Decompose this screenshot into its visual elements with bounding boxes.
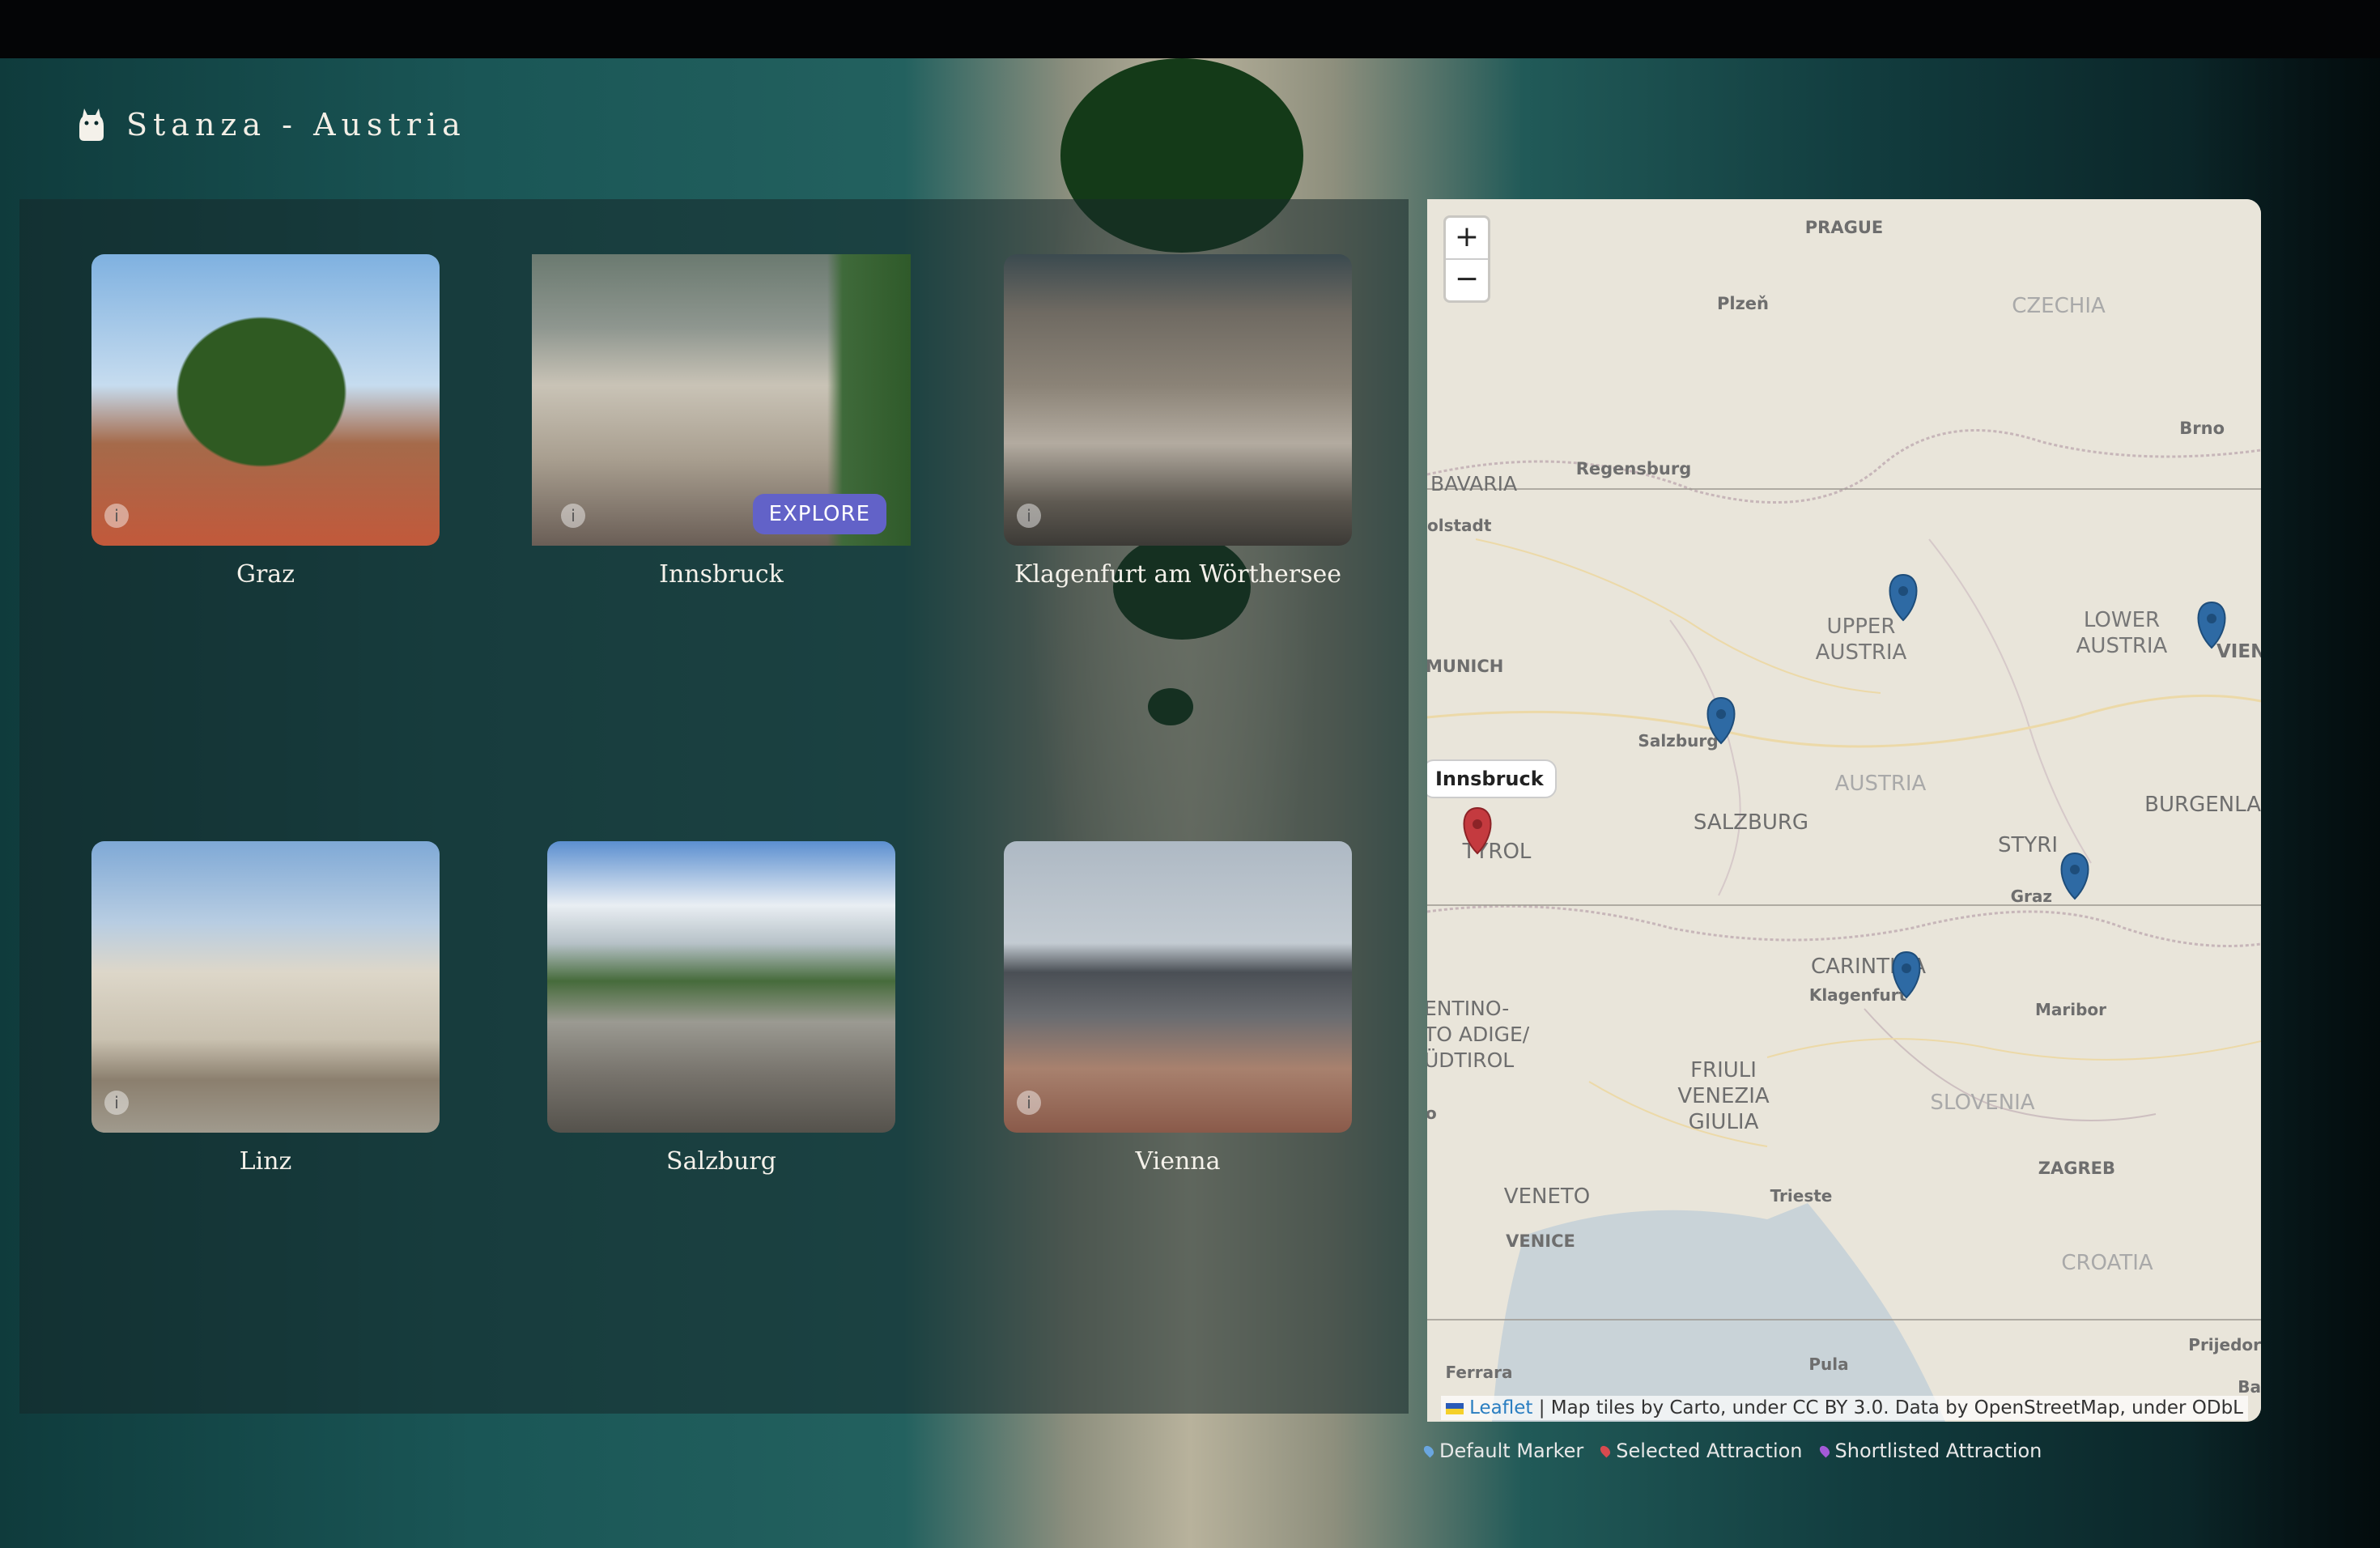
city-name: Linz (239, 1147, 292, 1176)
map-label: PRAGUE (1805, 218, 1883, 237)
zoom-in-button[interactable]: + (1446, 218, 1488, 260)
map-label: Brno (2179, 419, 2225, 438)
map-label: ÜDTIROL (1427, 1048, 1514, 1072)
map-label: STYRI (1998, 833, 2058, 857)
map-label: LOWER (2084, 608, 2160, 632)
city-card-graz[interactable]: i Graz (91, 254, 440, 589)
map-label: CZECHIA (2012, 294, 2106, 318)
map-label: Pula (1808, 1354, 1848, 1374)
info-icon[interactable]: i (1017, 504, 1041, 528)
map-label: VENETO (1504, 1184, 1590, 1209)
city-gallery: i Graz i EXPLORE Innsbruck i Klagenfurt … (19, 199, 1409, 1414)
legend-default: Default Marker (1422, 1440, 1584, 1462)
map-label: Trieste (1770, 1186, 1833, 1206)
zoom-control: + − (1443, 215, 1490, 303)
map-label: AUSTRIA (1835, 772, 1927, 796)
city-name: Graz (236, 560, 295, 589)
map-label: Ba (2238, 1377, 2261, 1397)
leaflet-link[interactable]: Leaflet (1469, 1397, 1532, 1418)
city-photo[interactable]: i (91, 841, 440, 1133)
map-label: SALZBURG (1694, 810, 1808, 835)
map-label: olstadt (1427, 516, 1492, 535)
map-legend: Default Marker Selected Attraction Short… (1422, 1440, 2042, 1462)
info-icon[interactable]: i (1017, 1091, 1041, 1115)
map-attribution: Leaflet | Map tiles by Carto, under CC B… (1440, 1396, 2248, 1420)
map-label: ZAGREB (2038, 1159, 2115, 1178)
city-photo[interactable]: i (91, 254, 440, 546)
explore-button[interactable]: EXPLORE (752, 494, 886, 534)
city-photo[interactable]: i EXPLORE (532, 254, 911, 546)
city-card-salzburg[interactable]: Salzburg (547, 841, 895, 1176)
map-tooltip: Innsbruck (1427, 759, 1557, 798)
blue-marker-icon (1422, 1444, 1436, 1458)
city-card-klagenfurt[interactable]: i Klagenfurt am Wörthersee (1004, 254, 1352, 589)
map-label: Prijedor (2188, 1335, 2261, 1354)
city-photo[interactable]: i (1004, 254, 1352, 546)
city-card-innsbruck[interactable]: i EXPLORE Innsbruck (532, 254, 911, 589)
map-panel[interactable]: PRAGUE Plzeň CZECHIA Brno Regensburg BAV… (1427, 199, 2261, 1422)
map-label: Graz (2011, 887, 2052, 906)
window-top-bar (0, 0, 2380, 58)
app-logo-icon (79, 108, 104, 141)
ukraine-flag-icon (1445, 1402, 1464, 1414)
zoom-out-button[interactable]: − (1446, 260, 1488, 300)
map-label: VENEZIA (1677, 1084, 1770, 1108)
map-tiles[interactable]: PRAGUE Plzeň CZECHIA Brno Regensburg BAV… (1427, 199, 2261, 1422)
city-photo[interactable] (547, 841, 895, 1133)
map-label: MUNICH (1427, 657, 1503, 676)
map-label: UPPER (1827, 615, 1896, 639)
map-label: Regensburg (1576, 459, 1692, 478)
legend-label: Selected Attraction (1616, 1440, 1803, 1462)
map-label: Plzeň (1717, 294, 1769, 313)
app-title: Stanza - Austria (126, 107, 466, 142)
map-label: ENTINO- (1427, 997, 1509, 1020)
map-label: BURGENLA (2144, 793, 2261, 817)
legend-label: Default Marker (1439, 1440, 1584, 1462)
info-icon[interactable]: i (104, 1091, 129, 1115)
city-photo[interactable]: i (1004, 841, 1352, 1133)
red-marker-icon (1598, 1444, 1613, 1458)
attribution-text: | Map tiles by Carto, under CC BY 3.0. D… (1538, 1397, 2243, 1418)
map-label: SLOVENIA (1930, 1091, 2034, 1115)
legend-label: Shortlisted Attraction (1834, 1440, 2042, 1462)
info-icon[interactable]: i (104, 504, 129, 528)
city-name: Klagenfurt am Wörthersee (1014, 560, 1341, 589)
map-label: BAVARIA (1430, 472, 1517, 495)
city-card-linz[interactable]: i Linz (91, 841, 440, 1176)
info-icon[interactable]: i (561, 504, 585, 528)
map-label: TO ADIGE/ (1427, 1023, 1530, 1046)
city-name: Vienna (1135, 1147, 1221, 1176)
map-label: Salzburg (1638, 731, 1718, 751)
map-label: AUSTRIA (2076, 634, 2168, 658)
legend-selected: Selected Attraction (1598, 1440, 1803, 1462)
map-label: CROATIA (2061, 1251, 2153, 1275)
purple-marker-icon (1817, 1444, 1832, 1458)
legend-shortlisted: Shortlisted Attraction (1817, 1440, 2042, 1462)
map-label: VIEN (2216, 641, 2261, 662)
map-label: Klagenfurt (1809, 985, 1907, 1005)
map-label: o (1427, 1104, 1437, 1123)
map-label: Ferrara (1446, 1363, 1513, 1382)
city-name: Salzburg (666, 1147, 776, 1176)
map-label: AUSTRIA (1816, 640, 1907, 665)
map-label: VENICE (1506, 1231, 1575, 1251)
map-label: GIULIA (1689, 1110, 1759, 1134)
map-label: FRIULI (1690, 1058, 1757, 1082)
city-name: Innsbruck (659, 560, 784, 589)
map-label: Maribor (2035, 1000, 2106, 1019)
city-card-vienna[interactable]: i Vienna (1004, 841, 1352, 1176)
app-header: Stanza - Austria (78, 107, 466, 142)
